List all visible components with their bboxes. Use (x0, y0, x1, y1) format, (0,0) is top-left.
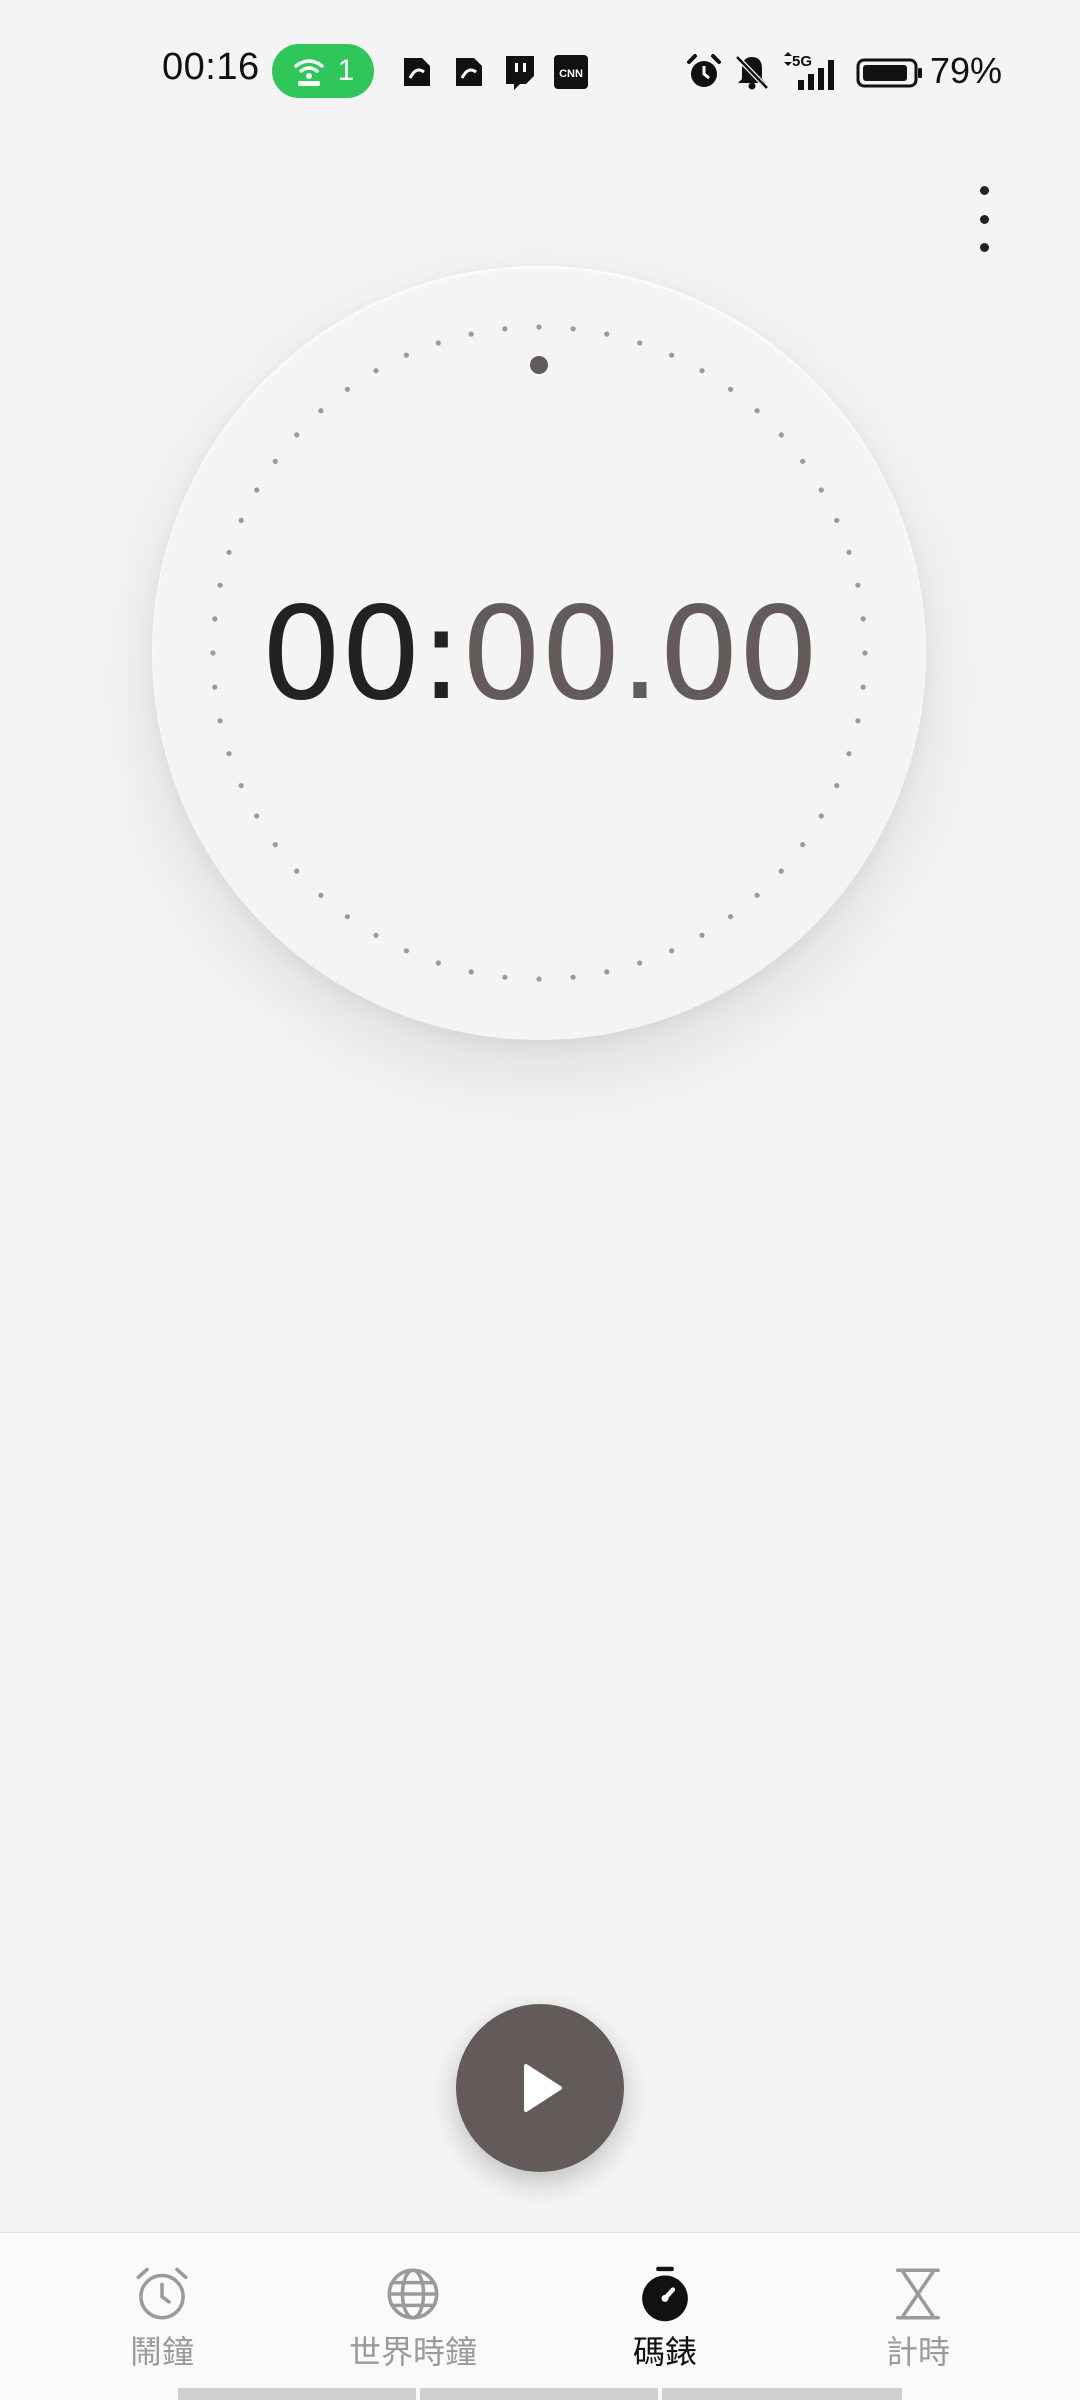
play-icon (524, 2064, 562, 2112)
dial-tick (536, 324, 542, 330)
status-time: 00:16 (162, 46, 260, 88)
bottom-navigation: 鬧鐘 世界時鐘 碼錶 計時 (0, 2232, 1080, 2400)
start-button[interactable] (456, 2004, 624, 2172)
alarm-clock-icon (136, 2267, 188, 2320)
alarm-icon (687, 54, 721, 87)
dial-tick (238, 517, 244, 523)
dial-tick (226, 549, 232, 555)
dial-tick (728, 386, 734, 392)
dial-tick (699, 368, 705, 374)
tab-label: 碼錶 (632, 2334, 697, 2370)
dial-tick (272, 458, 278, 464)
gesture-bar (420, 2388, 658, 2400)
gesture-bar (662, 2388, 902, 2400)
hourglass-icon (896, 2268, 940, 2320)
dial-tick (818, 487, 824, 493)
dial-tick (536, 976, 542, 982)
dial-tick (834, 783, 840, 789)
dial-tick (570, 326, 576, 332)
stopwatch-icon (642, 2266, 688, 2322)
tab-world-clock[interactable]: 世界時鐘 (333, 2233, 493, 2373)
dial-tick (294, 868, 300, 874)
hotspot-indicator[interactable]: 1 (272, 44, 374, 98)
dial-tick (373, 368, 379, 374)
hotspot-icon (293, 59, 324, 86)
dial-tick (669, 948, 675, 954)
battery-percent: 79% (930, 50, 1003, 91)
dial-tick (728, 914, 734, 920)
network-label: 5G (792, 53, 812, 70)
cnn-icon: CNN (554, 55, 588, 89)
dial-tick (435, 960, 441, 966)
more-options-button[interactable] (966, 186, 1002, 252)
dial-tick (800, 458, 806, 464)
twitch-icon (506, 56, 534, 90)
dial-tick (754, 892, 760, 898)
dial-tick (846, 751, 852, 757)
dial-tick (754, 408, 760, 414)
dial-tick (570, 974, 576, 980)
gesture-bar (178, 2388, 416, 2400)
dial-tick (344, 386, 350, 392)
battery-icon (856, 58, 922, 88)
elapsed-seconds: 00.00 (460, 580, 819, 729)
dial-tick (373, 932, 379, 938)
tab-label: 鬧鐘 (129, 2334, 194, 2370)
svg-text:CNN: CNN (559, 68, 583, 80)
dial-tick (254, 487, 260, 493)
dial-tick (637, 960, 643, 966)
dial-tick (468, 331, 474, 337)
dial-tick (800, 842, 806, 848)
more-options-icon (979, 186, 989, 195)
dial-tick (403, 948, 409, 954)
dial-tick (468, 969, 474, 975)
dial-tick (318, 892, 324, 898)
dial-tick (294, 432, 300, 438)
dial-tick (238, 783, 244, 789)
dial-tick (272, 842, 278, 848)
dial-tick (403, 352, 409, 358)
dial-tick (502, 974, 508, 980)
tab-timer[interactable]: 計時 (858, 2233, 978, 2373)
dial-tick (226, 751, 232, 757)
dial-tick (344, 914, 350, 920)
mute-bell-icon (735, 55, 769, 90)
dial-tick (435, 340, 441, 346)
notification-app-icon (404, 58, 430, 86)
dial-tick (669, 352, 675, 358)
notification-app-icon (456, 58, 482, 86)
globe-icon (387, 2268, 439, 2320)
dial-position-indicator (530, 356, 548, 374)
status-bar: 00:16 1 CNN 5G 79% (0, 0, 1080, 140)
dial-tick (637, 340, 643, 346)
dial-tick (834, 517, 840, 523)
signal-5g-icon: 5G (784, 52, 834, 90)
dial-tick (254, 813, 260, 819)
dial-tick (604, 969, 610, 975)
dial-tick (846, 549, 852, 555)
tab-alarm[interactable]: 鬧鐘 (102, 2233, 222, 2373)
dial-tick (502, 326, 508, 332)
dial-tick (699, 932, 705, 938)
dial-tick (318, 408, 324, 414)
stopwatch-screen: 00:16 1 CNN 5G 79% 00:00.00 鬧鐘 世界時鐘 碼錶 計… (0, 0, 1080, 2400)
hotspot-count: 1 (337, 54, 355, 87)
tab-label: 世界時鐘 (348, 2334, 477, 2370)
dial-tick (778, 432, 784, 438)
elapsed-time-display: 00:00.00 (152, 580, 926, 730)
dial-tick (604, 331, 610, 337)
elapsed-minutes: 00: (260, 580, 463, 729)
dial-tick (778, 868, 784, 874)
tab-stopwatch[interactable]: 碼錶 (605, 2233, 725, 2373)
dial-tick (818, 813, 824, 819)
tab-label: 計時 (885, 2334, 950, 2370)
